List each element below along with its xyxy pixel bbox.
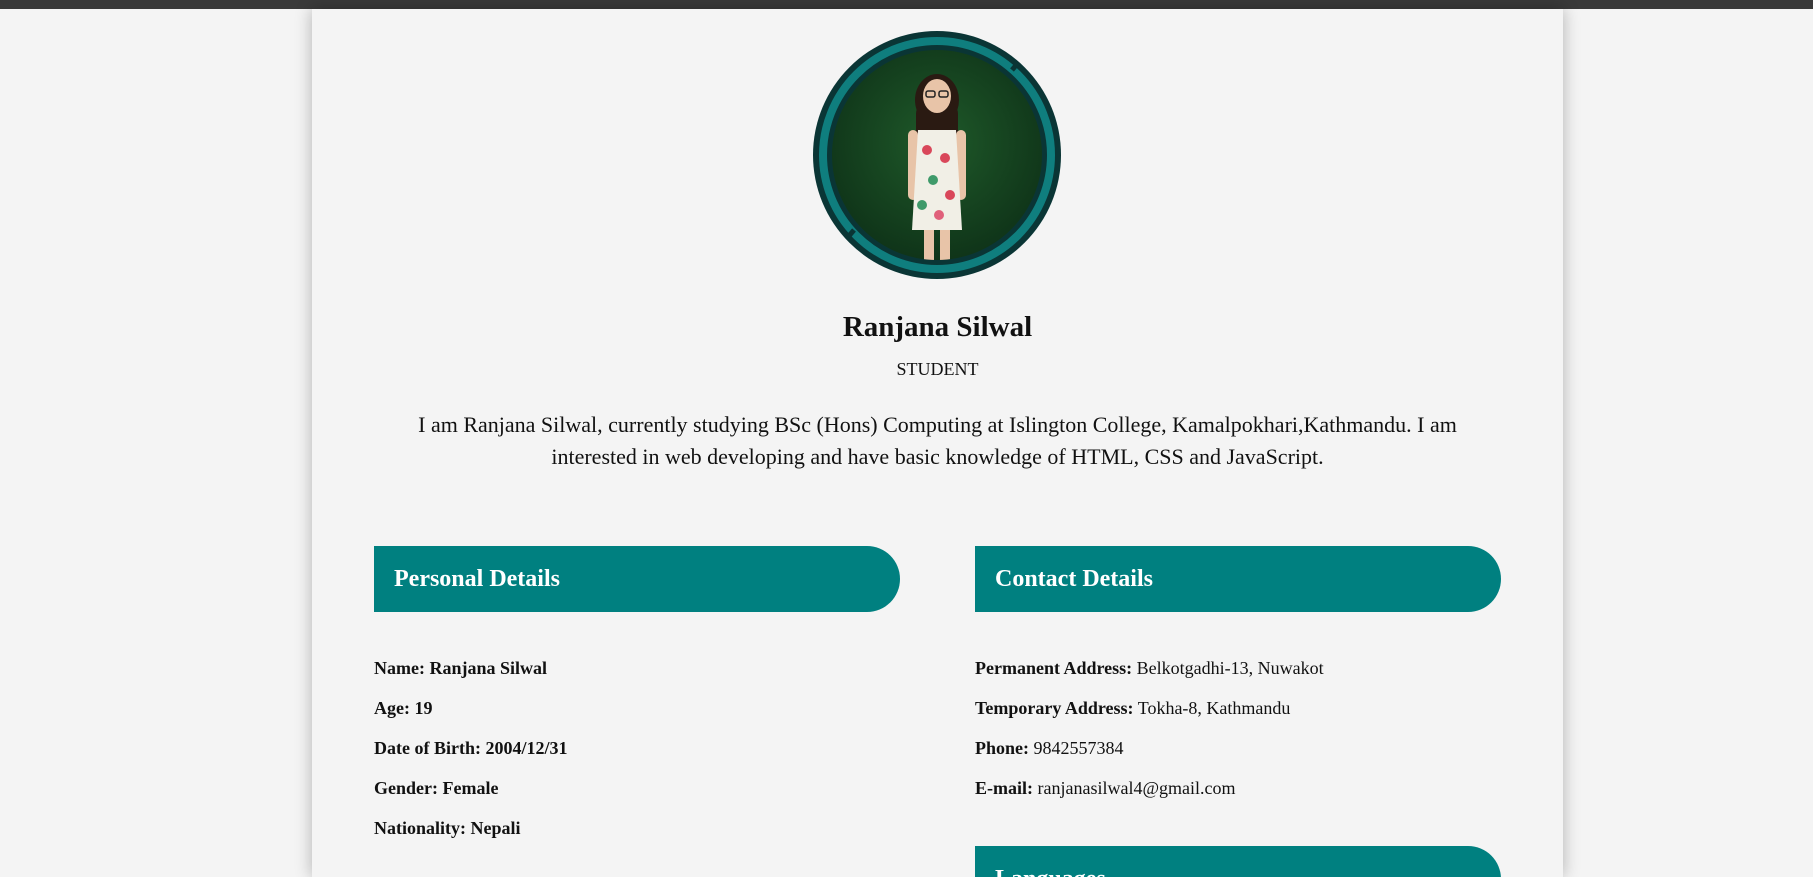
profile-name: Ranjana Silwal [842, 311, 1033, 343]
avatar-photo [813, 31, 1061, 279]
personal-gender: Gender: Female [374, 778, 499, 798]
profile-card: Ranjana Silwal STUDENT I am Ranjana Silw… [312, 9, 1563, 877]
contact-value: 9842557384 [1033, 738, 1124, 758]
personal-name: Name: Ranjana Silwal [374, 658, 548, 678]
contact-value: Tokha-8, Kathmandu [1137, 698, 1291, 718]
personal-nationality: Nationality: Nepali [374, 818, 521, 838]
profile-avatar [812, 30, 1062, 280]
browser-top-bar [0, 0, 1813, 9]
contact-label: E-mail: [975, 778, 1033, 798]
contact-value: ranjanasilwal4@gmail.com [1037, 778, 1236, 798]
personal-dob: Date of Birth: 2004/12/31 [374, 738, 568, 758]
profile-role: STUDENT [896, 359, 979, 379]
contact-label: Temporary Address: [975, 698, 1134, 718]
contact-email: E-mail: ranjanasilwal4@gmail.com [975, 776, 1324, 816]
contact-details-header: Contact Details [975, 546, 1501, 612]
contact-label: Phone: [975, 738, 1029, 758]
profile-bio: I am Ranjana Silwal, currently studying … [418, 412, 1457, 469]
personal-details-list: Name: Ranjana Silwal Age: 19 Date of Bir… [374, 656, 567, 856]
contact-temporary-address: Temporary Address: Tokha-8, Kathmandu [975, 696, 1324, 736]
contact-permanent-address: Permanent Address: Belkotgadhi-13, Nuwak… [975, 656, 1324, 696]
contact-details-list: Permanent Address: Belkotgadhi-13, Nuwak… [975, 656, 1324, 816]
personal-details-header: Personal Details [374, 546, 900, 612]
languages-header: Languages [975, 846, 1501, 877]
personal-age: Age: 19 [374, 698, 433, 718]
contact-value: Belkotgadhi-13, Nuwakot [1136, 658, 1324, 678]
contact-phone: Phone: 9842557384 [975, 736, 1324, 776]
contact-label: Permanent Address: [975, 658, 1133, 678]
